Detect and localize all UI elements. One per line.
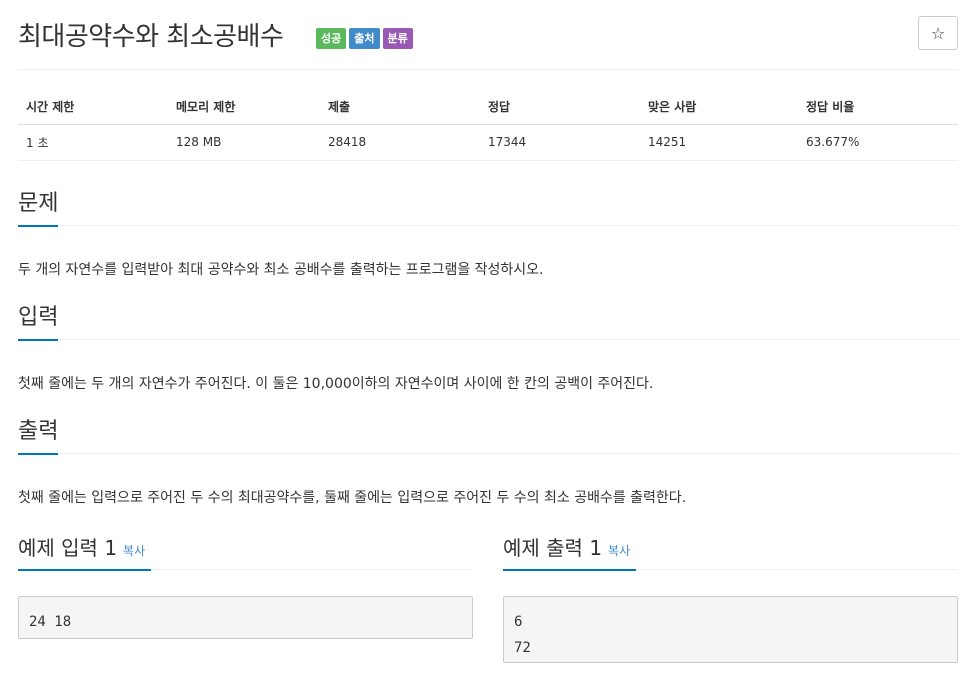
problem-info-table: 시간 제한 메모리 제한 제출 정답 맞은 사람 정답 비율 1 초 128 M… bbox=[18, 90, 958, 161]
memory-limit-header: 메모리 제한 bbox=[168, 90, 320, 125]
favorite-button[interactable]: ☆ bbox=[918, 16, 958, 50]
problem-badges: 성공 출처 분류 bbox=[316, 28, 413, 49]
problem-header: 최대공약수와 최소공배수 성공 출처 분류 ☆ bbox=[18, 12, 958, 70]
input-section-header: 입력 bbox=[18, 304, 958, 341]
problem-section-header: 문제 bbox=[18, 190, 958, 227]
source-badge[interactable]: 출처 bbox=[349, 28, 380, 49]
accepted-value: 17344 bbox=[480, 124, 640, 161]
sample-input-header: 예제 입력 1 복사 bbox=[18, 534, 473, 571]
input-section-title: 입력 bbox=[18, 304, 59, 341]
problem-description: 두 개의 자연수를 입력받아 최대 공약수와 최소 공배수를 출력하는 프로그램… bbox=[18, 262, 544, 278]
page-title: 최대공약수와 최소공배수 bbox=[18, 22, 284, 52]
problem-section-title: 문제 bbox=[18, 190, 59, 227]
output-section-title: 출력 bbox=[18, 418, 59, 455]
output-section-header: 출력 bbox=[18, 418, 958, 455]
solved-users-value: 14251 bbox=[640, 124, 798, 161]
sample-input-box[interactable]: 24 18 bbox=[18, 596, 473, 639]
output-description: 첫째 줄에는 입력으로 주어진 두 수의 최대공약수를, 둘째 줄에는 입력으로… bbox=[18, 490, 687, 506]
sample-input-title: 예제 입력 1 복사 bbox=[18, 534, 152, 571]
copy-input-button[interactable]: 복사 bbox=[123, 544, 145, 558]
sample-input-title-text: 예제 입력 1 bbox=[18, 536, 118, 560]
sample-output-title: 예제 출력 1 복사 bbox=[503, 534, 637, 571]
input-description: 첫째 줄에는 두 개의 자연수가 주어진다. 이 둘은 10,000이하의 자연… bbox=[18, 376, 654, 392]
sample-output-box[interactable]: 6 72 bbox=[503, 596, 958, 663]
table-header-row: 시간 제한 메모리 제한 제출 정답 맞은 사람 정답 비율 bbox=[18, 90, 958, 125]
memory-limit-value: 128 MB bbox=[168, 124, 320, 161]
submissions-header: 제출 bbox=[320, 90, 480, 125]
success-badge[interactable]: 성공 bbox=[316, 28, 347, 49]
sample-output-title-text: 예제 출력 1 bbox=[503, 536, 603, 560]
solved-users-header: 맞은 사람 bbox=[640, 90, 798, 125]
accept-ratio-header: 정답 비율 bbox=[798, 90, 958, 125]
submissions-value: 28418 bbox=[320, 124, 480, 161]
accepted-header: 정답 bbox=[480, 90, 640, 125]
time-limit-value: 1 초 bbox=[18, 124, 168, 161]
star-icon: ☆ bbox=[930, 23, 946, 43]
table-row: 1 초 128 MB 28418 17344 14251 63.677% bbox=[18, 124, 958, 161]
sample-output-header: 예제 출력 1 복사 bbox=[503, 534, 958, 571]
copy-output-button[interactable]: 복사 bbox=[608, 544, 630, 558]
category-badge[interactable]: 분류 bbox=[382, 28, 413, 49]
accept-ratio-value: 63.677% bbox=[798, 124, 958, 161]
time-limit-header: 시간 제한 bbox=[18, 90, 168, 125]
